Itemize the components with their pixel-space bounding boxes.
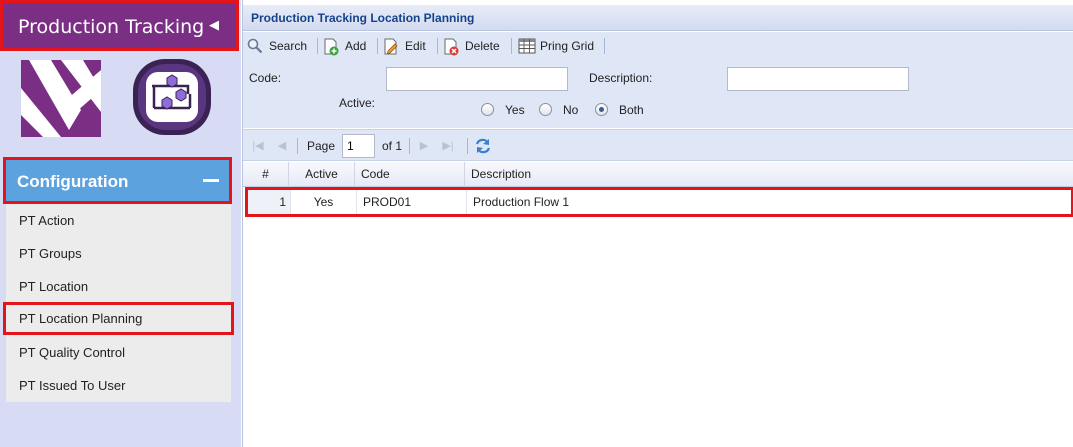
search-button[interactable]: Search	[247, 36, 313, 57]
grid-header: # Active Code Description	[243, 162, 1073, 187]
sidebar-item-label: PT Location	[19, 279, 89, 294]
page-label: Page	[307, 139, 336, 153]
refresh-icon[interactable]	[474, 137, 492, 155]
radio-circle-selected	[595, 103, 608, 116]
active-no-radio[interactable]: No	[539, 102, 583, 118]
column-header-code[interactable]: Code	[355, 162, 465, 187]
sidebar-item-pt-groups[interactable]: PT Groups	[6, 237, 231, 270]
edit-button[interactable]: Edit	[383, 36, 433, 57]
first-page-icon[interactable]: |◀	[251, 139, 265, 153]
code-input[interactable]	[386, 67, 568, 91]
minus-icon[interactable]	[203, 179, 219, 182]
sidebar-item-pt-action[interactable]: PT Action	[6, 204, 231, 237]
configuration-menu: PT Action PT Groups PT Location PT Locat…	[3, 204, 234, 402]
pager-separator	[467, 138, 468, 154]
sidebar-item-label: PT Action	[19, 213, 75, 228]
radio-circle	[539, 103, 552, 116]
toolbar: Search Add Edit Delete Pring Grid	[243, 32, 1073, 60]
sidebar-item-pt-location[interactable]: PT Location	[6, 270, 231, 303]
sidebar-item-label: PT Groups	[19, 246, 82, 261]
search-icon	[247, 38, 263, 54]
configuration-title: Configuration	[17, 172, 129, 191]
toolbar-separator	[511, 38, 512, 54]
row-number-cell: 1	[248, 190, 291, 214]
table-row[interactable]: 1 Yes PROD01 Production Flow 1	[245, 187, 1073, 217]
column-header-number[interactable]: #	[243, 162, 289, 187]
main-panel: Production Tracking Location Planning Se…	[242, 0, 1073, 447]
last-page-icon[interactable]: ▶|	[441, 139, 455, 153]
app-logo-icon	[21, 60, 101, 137]
page-count-label: of 1	[382, 139, 403, 153]
code-cell: PROD01	[357, 190, 467, 214]
description-cell: Production Flow 1	[473, 195, 570, 209]
app-title: Production Tracking	[18, 16, 205, 38]
radio-circle	[481, 103, 494, 116]
paging-toolbar: |◀ ◀ Page of 1 ▶ ▶|	[243, 129, 1073, 161]
prev-page-icon[interactable]: ◀	[275, 139, 289, 153]
next-page-icon[interactable]: ▶	[417, 139, 431, 153]
panel-title-bar: Production Tracking Location Planning	[243, 5, 1073, 31]
sidebar-item-label: PT Issued To User	[19, 378, 126, 393]
sidebar: Production Tracking ◀ Configuration PT A…	[0, 0, 241, 447]
delete-icon	[444, 38, 459, 56]
description-input[interactable]	[727, 67, 909, 91]
collapse-arrow-icon[interactable]: ◀	[209, 17, 219, 33]
add-button[interactable]: Add	[323, 36, 373, 57]
pager-separator	[297, 138, 298, 154]
planning-app-icon	[132, 58, 212, 136]
active-yes-radio[interactable]: Yes	[481, 102, 531, 118]
sidebar-item-pt-quality-control[interactable]: PT Quality Control	[6, 336, 231, 369]
description-label: Description:	[589, 71, 653, 85]
delete-button[interactable]: Delete	[443, 36, 505, 57]
toolbar-separator	[377, 38, 378, 54]
sidebar-item-label: PT Quality Control	[19, 345, 125, 360]
add-icon	[324, 38, 339, 56]
print-grid-button[interactable]: Pring Grid	[518, 36, 600, 57]
configuration-section-header[interactable]: Configuration	[3, 157, 232, 204]
grid-icon	[518, 38, 536, 54]
toolbar-separator	[437, 38, 438, 54]
search-form: Code: Description: Active: Yes No Both	[243, 60, 1073, 128]
edit-icon	[384, 38, 398, 55]
toolbar-separator	[317, 38, 318, 54]
active-cell: Yes	[291, 190, 357, 214]
app-header[interactable]: Production Tracking ◀	[0, 0, 239, 51]
code-label: Code:	[249, 71, 282, 85]
column-header-description[interactable]: Description	[465, 162, 1073, 187]
active-label: Active:	[339, 96, 376, 110]
sidebar-item-pt-location-planning[interactable]: PT Location Planning	[3, 302, 234, 335]
column-header-active[interactable]: Active	[289, 162, 355, 187]
page-title: Production Tracking Location Planning	[251, 11, 475, 25]
page-number-input[interactable]	[342, 134, 375, 158]
sidebar-item-pt-issued-to-user[interactable]: PT Issued To User	[6, 369, 231, 402]
toolbar-separator	[604, 38, 605, 54]
active-both-radio[interactable]: Both	[595, 102, 651, 118]
pager-separator	[409, 138, 410, 154]
sidebar-item-label: PT Location Planning	[19, 311, 143, 326]
